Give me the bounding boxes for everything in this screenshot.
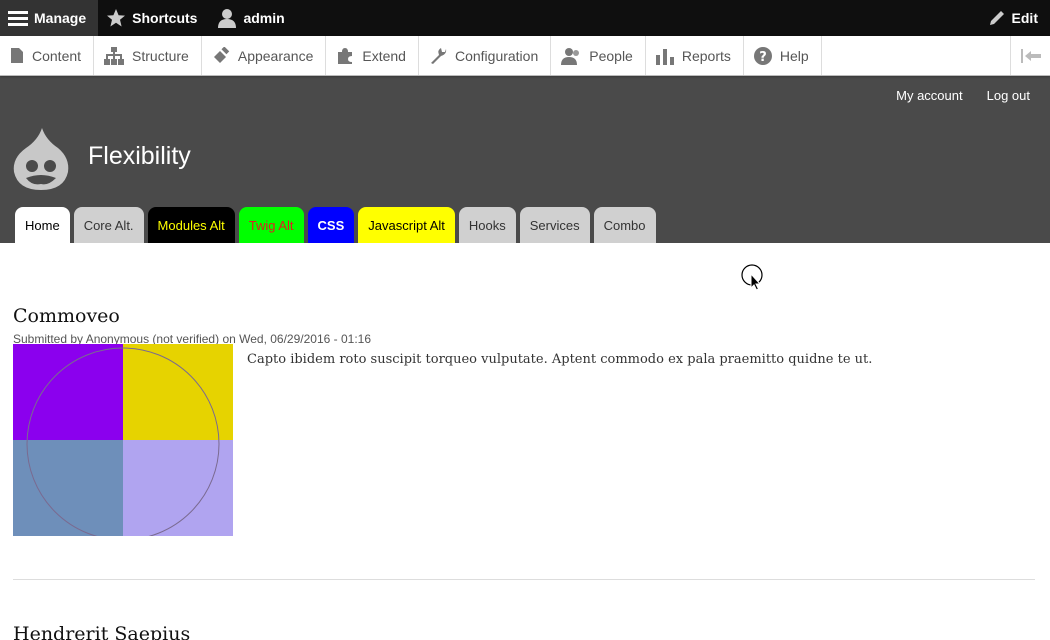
tray-item-help[interactable]: ? Help: [744, 36, 822, 75]
user-button[interactable]: admin: [209, 0, 296, 36]
log-out-link[interactable]: Log out: [987, 88, 1030, 103]
help-icon: ?: [753, 46, 772, 65]
tab-javascript-alt[interactable]: Javascript Alt: [358, 207, 455, 243]
shortcuts-button[interactable]: Shortcuts: [98, 0, 209, 36]
tray-item-label: Help: [779, 47, 809, 64]
shortcuts-label: Shortcuts: [132, 10, 198, 26]
tray-item-label: Appearance: [237, 47, 314, 64]
tray-item-label: Reports: [681, 47, 731, 64]
tray-item-label: Structure: [132, 47, 189, 64]
primary-tabs: Home Core Alt. Modules Alt Twig Alt CSS …: [15, 207, 656, 243]
tab-modules-alt[interactable]: Modules Alt: [147, 207, 235, 243]
wrench-icon: [430, 47, 447, 64]
tray-item-label: Extend: [362, 47, 406, 64]
svg-text:?: ?: [759, 50, 767, 65]
admin-toolbar: Manage Shortcuts admin Edit: [0, 0, 1050, 36]
tray-item-label: Content: [32, 47, 82, 64]
tray-item-extend[interactable]: Extend: [326, 36, 419, 75]
tray-item-label: People: [589, 47, 633, 64]
user-label: admin: [243, 10, 285, 26]
tab-services[interactable]: Services: [519, 207, 590, 243]
tab-core-alt[interactable]: Core Alt.: [73, 207, 144, 243]
tab-twig-alt[interactable]: Twig Alt: [238, 207, 304, 243]
tab-css[interactable]: CSS: [307, 207, 355, 243]
my-account-link[interactable]: My account: [896, 88, 962, 103]
drupal-logo-icon[interactable]: [12, 128, 70, 190]
tray-item-people[interactable]: People: [551, 36, 646, 75]
secondary-menu: My account Log out: [896, 88, 1030, 103]
tray-item-label: Configuration: [454, 47, 539, 64]
edit-button[interactable]: Edit: [980, 0, 1050, 36]
star-icon: [107, 9, 126, 27]
edit-label: Edit: [1011, 10, 1038, 26]
manage-label: Manage: [34, 10, 87, 26]
site-header: My account Log out Flexibility Home Core…: [0, 76, 1050, 243]
article-body: Capto ibidem roto suscipit torqueo vulpu…: [247, 352, 873, 367]
collapse-left-icon: [1020, 48, 1041, 63]
file-icon: [11, 48, 23, 63]
tray-item-appearance[interactable]: Appearance: [202, 36, 327, 75]
paintbrush-icon: [213, 46, 230, 63]
pencil-icon: [989, 11, 1004, 25]
mouse-cursor-icon: [741, 264, 763, 291]
puzzle-icon: [338, 47, 353, 64]
article-image: [13, 344, 233, 536]
article-title[interactable]: Commoveo: [13, 305, 371, 327]
tray-item-structure[interactable]: Structure: [94, 36, 202, 75]
sitemap-icon: [104, 46, 125, 65]
manage-button[interactable]: Manage: [0, 0, 99, 36]
orientation-toggle-button[interactable]: [1010, 36, 1050, 75]
user-icon: [218, 9, 237, 28]
tray-item-configuration[interactable]: Configuration: [419, 36, 552, 75]
tab-combo[interactable]: Combo: [593, 207, 656, 243]
tray-item-content[interactable]: Content: [0, 36, 95, 75]
admin-menu-tray: Content Structure Appearance Extend Conf…: [0, 36, 1050, 76]
tab-home[interactable]: Home: [15, 207, 70, 243]
tray-item-reports[interactable]: Reports: [646, 36, 744, 75]
article: Commoveo Submitted by Anonymous (not ver…: [13, 305, 872, 536]
tab-hooks[interactable]: Hooks: [458, 207, 516, 243]
article-title[interactable]: Hendrerit Saepius: [13, 623, 190, 640]
bar-chart-icon: [655, 48, 674, 65]
site-name[interactable]: Flexibility: [88, 142, 191, 171]
article: Hendrerit Saepius: [13, 623, 190, 640]
people-icon: [561, 47, 580, 65]
hamburger-icon: [8, 11, 28, 26]
article-divider: [13, 579, 1035, 580]
